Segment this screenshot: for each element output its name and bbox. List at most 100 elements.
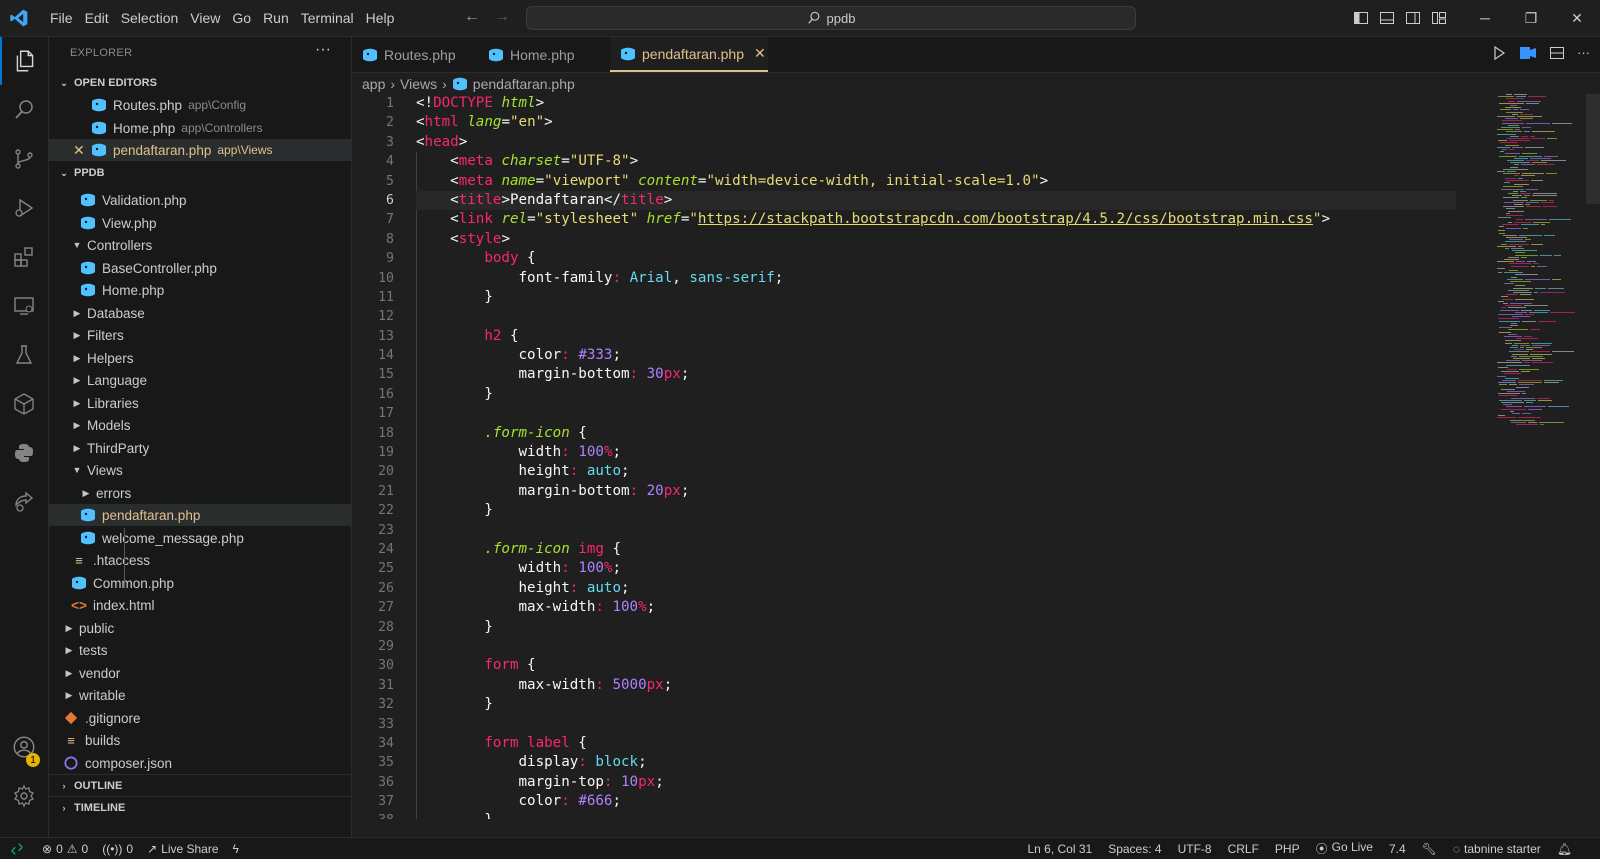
tree-folder[interactable]: ▶ Filters	[49, 324, 351, 346]
tab-pendaftaran[interactable]: pendaftaran.php ✕	[610, 37, 768, 72]
tree-file[interactable]: ≡ builds	[49, 729, 351, 751]
toggle-primary-sidebar-icon[interactable]	[1348, 0, 1374, 36]
close-tab-icon[interactable]: ✕	[754, 45, 766, 62]
menu-go[interactable]: Go	[226, 10, 257, 26]
project-header[interactable]: ⌄ PPDB	[49, 162, 351, 184]
code-line[interactable]: color: #666;	[416, 792, 1456, 811]
menu-edit[interactable]: Edit	[79, 10, 115, 26]
tree-file[interactable]: Validation.php	[49, 189, 351, 211]
vertical-scrollbar[interactable]	[1586, 94, 1600, 204]
php-version[interactable]: 7.4	[1389, 842, 1406, 856]
more-actions-icon[interactable]: ···	[315, 41, 331, 59]
testing-flask-icon[interactable]	[0, 331, 48, 379]
tree-folder[interactable]: ▼ Controllers	[49, 234, 351, 256]
menu-file[interactable]: File	[44, 10, 79, 26]
code-line[interactable]: color: #333;	[416, 346, 1456, 365]
code-line[interactable]: <meta name="viewport" content="width=dev…	[416, 172, 1456, 191]
toggle-secondary-sidebar-icon[interactable]	[1400, 0, 1426, 36]
run-debug-icon[interactable]	[0, 184, 48, 232]
code-line[interactable]: margin-bottom: 30px;	[416, 365, 1456, 384]
forward-arrow-icon[interactable]: →	[494, 8, 510, 26]
code-line[interactable]: <head>	[416, 133, 1456, 152]
tree-folder[interactable]: ▼ Views	[49, 459, 351, 481]
minimap[interactable]	[1495, 94, 1590, 434]
tree-file[interactable]: BaseController.php	[49, 257, 351, 279]
split-editor-icon[interactable]	[1549, 45, 1565, 64]
open-editor-item-active[interactable]: ✕ pendaftaran.php app\Views	[49, 139, 351, 161]
lightning-icon[interactable]: ϟ	[233, 842, 239, 856]
code-line[interactable]: font-family: Arial, sans-serif;	[416, 269, 1456, 288]
tree-file-selected[interactable]: pendaftaran.php	[49, 504, 351, 526]
tab-routes[interactable]: Routes.php	[352, 37, 478, 72]
tree-folder[interactable]: ▶ Helpers	[49, 347, 351, 369]
code-line[interactable]: <link rel="stylesheet" href="https://sta…	[416, 210, 1456, 229]
tree-folder[interactable]: ▶ writable	[49, 684, 351, 706]
code-line[interactable]: }	[416, 618, 1456, 637]
tree-file[interactable]: Common.php	[49, 572, 351, 594]
run-file-icon[interactable]	[1491, 45, 1507, 64]
breadcrumb-views[interactable]: Views	[400, 76, 437, 92]
code-line[interactable]: .form-icon {	[416, 424, 1456, 443]
code-line[interactable]: max-width: 100%;	[416, 598, 1456, 617]
notifications-bell-icon[interactable]: 🔔︎	[1557, 842, 1572, 856]
code-line[interactable]: h2 {	[416, 327, 1456, 346]
minimize-icon[interactable]: ─	[1462, 0, 1508, 36]
code-line[interactable]: .form-icon img {	[416, 540, 1456, 559]
code-line[interactable]: }	[416, 501, 1456, 520]
encoding[interactable]: UTF-8	[1178, 842, 1212, 856]
code-line[interactable]: height: auto;	[416, 579, 1456, 598]
code-line[interactable]	[416, 404, 1456, 423]
tree-folder[interactable]: ▶ errors	[49, 482, 351, 504]
restore-icon[interactable]: ❐	[1508, 0, 1554, 36]
python-icon[interactable]	[0, 429, 48, 477]
tree-file[interactable]: ≡ .htaccess	[49, 549, 351, 571]
source-control-icon[interactable]	[0, 135, 48, 183]
wrench-icon[interactable]: 🔧︎	[1422, 842, 1437, 856]
timeline-header[interactable]: › TIMELINE	[49, 796, 351, 819]
tree-file[interactable]: .gitignore	[49, 707, 351, 729]
menu-selection[interactable]: Selection	[115, 10, 185, 26]
code-line[interactable]: }	[416, 811, 1456, 819]
explorer-icon[interactable]	[0, 37, 48, 85]
problems-indicator[interactable]: ⊗ 0 ⚠ 0	[42, 842, 88, 856]
tree-folder[interactable]: ▶ Libraries	[49, 392, 351, 414]
code-line[interactable]: }	[416, 288, 1456, 307]
open-editors-header[interactable]: ⌄ OPEN EDITORS	[49, 72, 351, 94]
accounts-icon[interactable]: 1	[0, 723, 48, 771]
search-icon[interactable]	[0, 86, 48, 134]
menu-help[interactable]: Help	[360, 10, 401, 26]
menu-view[interactable]: View	[184, 10, 226, 26]
tab-home[interactable]: Home.php	[478, 37, 602, 72]
tabnine-status[interactable]: ◌ tabnine starter	[1453, 842, 1541, 856]
command-center[interactable]: ppdb	[526, 6, 1136, 30]
code-editor[interactable]: 1 2 3 4 5 6 7 8 9 10 11 12 13 14 15 16 17 18 19 20 21 22 23 24 2…	[352, 94, 1600, 819]
tree-folder[interactable]: ▶ Database	[49, 302, 351, 324]
open-editor-item[interactable]: Home.php app\Controllers	[49, 117, 351, 139]
go-live-button[interactable]: ⦿ Go Live	[1316, 840, 1373, 857]
more-editor-actions-icon[interactable]: ···	[1577, 45, 1590, 64]
code-line[interactable]: }	[416, 695, 1456, 714]
open-editor-item[interactable]: Routes.php app\Config	[49, 94, 351, 116]
tree-folder[interactable]: ▶ public	[49, 617, 351, 639]
code-line[interactable]: <title>Pendaftaran</title>	[416, 190, 1456, 211]
code-line[interactable]: display: block;	[416, 753, 1456, 772]
code-line[interactable]	[416, 637, 1456, 656]
code-line[interactable]: width: 100%;	[416, 559, 1456, 578]
code-line[interactable]: form {	[416, 656, 1456, 675]
remote-indicator-icon[interactable]	[0, 838, 34, 859]
tree-folder[interactable]: ▶ tests	[49, 639, 351, 661]
tree-file[interactable]: <> index.html	[49, 594, 351, 616]
tree-file[interactable]: composer.json	[49, 752, 351, 774]
language-mode[interactable]: PHP	[1275, 842, 1300, 856]
code-line[interactable]: form label {	[416, 734, 1456, 753]
code-line[interactable]	[416, 521, 1456, 540]
tree-folder[interactable]: ▶ ThirdParty	[49, 437, 351, 459]
code-line[interactable]	[416, 307, 1456, 326]
tree-folder[interactable]: ▶ Language	[49, 369, 351, 391]
code-line[interactable]: width: 100%;	[416, 443, 1456, 462]
remote-explorer-icon[interactable]	[0, 282, 48, 330]
menu-terminal[interactable]: Terminal	[295, 10, 360, 26]
code-line[interactable]: <html lang="en">	[416, 113, 1456, 132]
open-preview-icon[interactable]	[1519, 45, 1537, 64]
code-line[interactable]: <!DOCTYPE html>	[416, 94, 1456, 113]
